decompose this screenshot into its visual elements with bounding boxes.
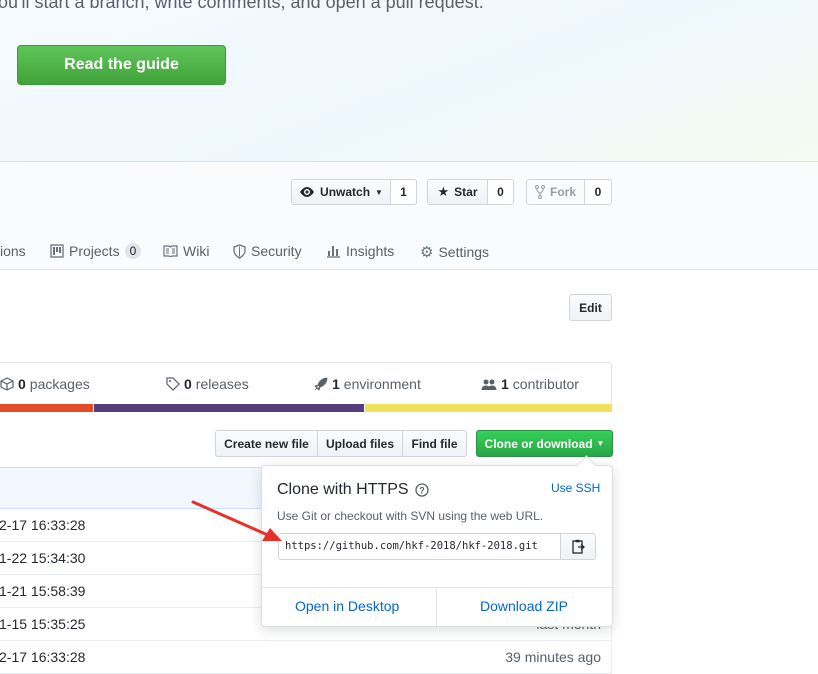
read-guide-button[interactable]: Read the guide <box>17 45 226 85</box>
copy-to-clipboard-button[interactable] <box>560 533 596 560</box>
projects-counter: 0 <box>124 243 142 259</box>
language-bar-segment[interactable] <box>94 404 364 412</box>
table-row[interactable]: 2-17 16:33:28 39 minutes ago <box>0 641 612 674</box>
contributor-stat[interactable]: 1 contributor <box>481 376 579 392</box>
clone-title-text: Clone with HTTPS <box>277 481 409 498</box>
releases-stat[interactable]: 0 releases <box>166 376 249 392</box>
star-label: Star <box>454 185 478 199</box>
contributor-label: contributor <box>512 376 579 392</box>
commit-date: 2-17 16:33:28 <box>0 517 86 533</box>
environment-stat[interactable]: 1 environment <box>313 376 421 392</box>
question-icon[interactable]: ? <box>414 483 429 497</box>
edit-description-button[interactable]: Edit <box>569 294 612 321</box>
commit-age: 39 minutes ago <box>505 649 601 665</box>
tab-label: Security <box>251 243 302 259</box>
tab-projects[interactable]: Projects 0 <box>50 243 142 259</box>
commit-date: 1-15 15:35:25 <box>0 616 86 632</box>
language-bar-segment[interactable] <box>0 404 93 412</box>
environment-label: environment <box>343 376 421 392</box>
chevron-down-icon: ▼ <box>375 187 383 197</box>
tab-label: Projects <box>69 243 120 259</box>
clone-or-download-button[interactable]: Clone or download ▼ <box>476 430 613 457</box>
project-icon <box>50 244 64 258</box>
tab-settings[interactable]: ⚙ Settings <box>420 243 489 261</box>
commit-date: 2-17 16:33:28 <box>0 649 86 665</box>
fork-count[interactable]: 0 <box>585 179 612 205</box>
star-button[interactable]: ★ Star <box>427 179 488 205</box>
download-zip-link[interactable]: Download ZIP <box>480 598 568 614</box>
releases-count: 0 <box>184 376 192 392</box>
tab-label: ions <box>0 243 26 259</box>
tab-wiki[interactable]: Wiki <box>163 243 209 259</box>
chevron-down-icon: ▼ <box>596 439 605 448</box>
tab-label: Settings <box>438 244 490 260</box>
tab-security[interactable]: Security <box>233 243 302 259</box>
tab-label: Insights <box>346 243 395 259</box>
contributor-count: 1 <box>501 376 509 392</box>
commit-date: 1-21 15:58:39 <box>0 583 86 599</box>
clone-title: Clone with HTTPS ? <box>277 481 429 499</box>
svg-text:?: ? <box>419 486 425 496</box>
fork-button[interactable]: Fork <box>526 179 585 205</box>
eye-icon <box>300 187 315 197</box>
releases-label: releases <box>195 376 249 392</box>
graph-icon <box>327 246 340 258</box>
commit-date: 1-22 15:34:30 <box>0 550 86 566</box>
welcome-banner: ou'll start a branch, write comments, an… <box>0 0 818 162</box>
popover-divider <box>262 587 612 588</box>
banner-text: ou'll start a branch, write comments, an… <box>0 0 484 12</box>
language-bar-segment[interactable] <box>365 404 612 412</box>
packages-label: packages <box>29 376 90 392</box>
tab-actions[interactable]: ions <box>0 243 26 259</box>
fork-icon <box>534 185 545 199</box>
fork-label: Fork <box>549 185 576 199</box>
create-new-file-button[interactable]: Create new file <box>215 430 318 457</box>
clone-description: Use Git or checkout with SVN using the w… <box>277 509 544 523</box>
environment-count: 1 <box>332 376 340 392</box>
clone-label: Clone or download <box>484 436 593 451</box>
upload-files-button[interactable]: Upload files <box>317 430 403 457</box>
packages-count: 0 <box>18 376 26 392</box>
clone-url-input[interactable]: https://github.com/hkf-2018/hkf-2018.git <box>278 533 561 560</box>
unwatch-button[interactable]: Unwatch ▼ <box>291 179 391 205</box>
star-icon: ★ <box>437 184 450 199</box>
use-ssh-link[interactable]: Use SSH <box>551 481 600 495</box>
clipboard-icon <box>571 539 585 554</box>
annotation-arrow <box>191 500 282 541</box>
rocket-icon <box>314 377 328 391</box>
open-in-desktop-link[interactable]: Open in Desktop <box>295 598 399 614</box>
tab-insights[interactable]: Insights <box>326 243 394 259</box>
popover-divider-vertical <box>436 587 437 626</box>
people-icon <box>481 379 497 390</box>
tag-icon <box>166 377 180 391</box>
gear-icon: ⚙ <box>420 244 434 261</box>
packages-stat[interactable]: 0 packages <box>0 376 90 392</box>
find-file-button[interactable]: Find file <box>402 430 467 457</box>
shield-icon <box>233 243 246 259</box>
package-icon <box>0 377 14 391</box>
book-icon <box>163 245 178 257</box>
unwatch-label: Unwatch <box>320 185 371 199</box>
watch-count[interactable]: 1 <box>391 179 417 205</box>
tab-label: Wiki <box>183 243 210 259</box>
star-count[interactable]: 0 <box>488 179 514 205</box>
